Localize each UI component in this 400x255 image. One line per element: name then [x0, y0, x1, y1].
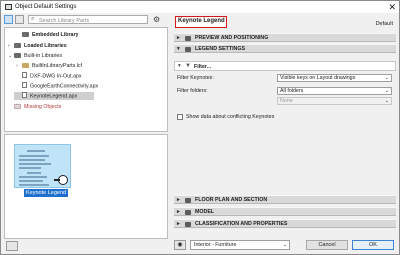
search-placeholder: Search Library Parts: [39, 17, 90, 24]
section-label: FLOOR PLAN AND SECTION: [195, 197, 268, 203]
filter-folders-value: All folders: [280, 88, 304, 94]
filter-bar[interactable]: ▾ ▼ Filter...: [174, 61, 396, 71]
expand-arrow-icon: ▸: [177, 35, 180, 41]
library-tree: Embedded Library › Loaded Libraries ⌄ Built-…: [4, 27, 168, 132]
ok-button[interactable]: OK: [352, 240, 394, 250]
object-default-settings-dialog: Object Default Settings ✕ ⌕ Search Libra…: [0, 0, 400, 255]
thumbnail-caption: Keynote Legend: [24, 189, 69, 197]
folder-icon: [14, 42, 21, 48]
tree-item-label: Embedded Library: [32, 32, 79, 38]
layer-select[interactable]: Interior - Furniture ⌄: [190, 240, 290, 250]
tree-item[interactable]: › BuiltInLibraryParts.lcf: [16, 62, 82, 70]
folder-view-button[interactable]: [4, 15, 13, 24]
missing-folder-icon: [14, 103, 21, 109]
tree-item-label: BuiltInLibraryParts.lcf: [32, 63, 83, 69]
filter-icon: ▼: [185, 63, 191, 69]
section-icon: [185, 46, 191, 52]
filter-subfolder-select: None ⌄: [277, 97, 392, 105]
library-toolbar: ⌕ Search Library Parts ⚙: [4, 15, 168, 26]
section-label: MODEL: [195, 209, 215, 215]
collapse-arrow-icon: ▾: [178, 63, 181, 69]
collapse-arrow-icon: ▾: [177, 46, 180, 52]
filter-label: Filter...: [194, 64, 212, 70]
library-manager-button[interactable]: [6, 241, 18, 251]
section-classification-and-properties[interactable]: ▸ CLASSIFICATION AND PROPERTIES: [174, 219, 396, 228]
section-label: PREVIEW AND POSITIONING: [195, 35, 269, 41]
tree-item-label: Built-in Libraries: [24, 53, 62, 59]
tree-item-label: Missing Objects: [24, 104, 62, 110]
library-part-preview-panel: Keynote Legend: [4, 134, 168, 239]
library-container-icon: [22, 62, 29, 68]
search-icon: ⌕: [31, 16, 35, 22]
tree-item[interactable]: GoogleEarthConnectivity.apx: [16, 82, 98, 90]
filter-keynotes-value: Visible keys on Layout drawings: [280, 75, 356, 81]
library-search-input[interactable]: ⌕ Search Library Parts: [28, 15, 148, 24]
chevron-down-icon: ⌄: [282, 242, 287, 248]
section-label: LEGEND SETTINGS: [195, 46, 246, 52]
section-icon: [185, 35, 191, 41]
app-icon: [5, 4, 12, 10]
filter-keynotes-select[interactable]: Visible keys on Layout drawings ⌄: [277, 74, 392, 82]
chevron-down-icon: ⌄: [384, 98, 389, 104]
library-browser-pane: ⌕ Search Library Parts ⚙ Embedded Librar…: [4, 15, 168, 253]
chevron-down-icon: ⌄: [384, 88, 389, 94]
close-icon[interactable]: ✕: [388, 2, 396, 12]
tree-item-label: DXF-DWG In-Out.apx: [30, 73, 82, 80]
section-model[interactable]: ▸ MODEL: [174, 207, 396, 216]
default-label: Default: [375, 21, 393, 27]
favorites-eye-icon[interactable]: ◉: [174, 240, 186, 250]
expand-arrow-icon: ▸: [177, 197, 180, 203]
section-preview-and-positioning[interactable]: ▸ PREVIEW AND POSITIONING: [174, 33, 396, 42]
section-icon: [185, 197, 191, 203]
section-icon: [185, 221, 191, 227]
conflict-checkbox-label: Show data about conflicting Keynotes: [186, 114, 275, 120]
tree-item[interactable]: ⌄ Built-in Libraries: [8, 52, 62, 60]
chevron-down-icon: ⌄: [384, 75, 389, 81]
conflict-checkbox[interactable]: [177, 114, 183, 120]
folder-icon: [14, 52, 21, 58]
settings-pane: Keynote Legend Default ▸ PREVIEW AND POS…: [174, 15, 396, 253]
file-icon: [22, 82, 27, 88]
gear-icon[interactable]: ⚙: [153, 15, 164, 24]
filter-subfolder-value: None: [280, 98, 293, 104]
folder-icon: [22, 31, 29, 37]
layer-value: Interior - Furniture: [194, 242, 237, 248]
filter-folders-select[interactable]: All folders ⌄: [277, 87, 392, 95]
filter-folders-label: Filter folders:: [177, 88, 208, 94]
expand-arrow-icon: ▸: [177, 221, 180, 227]
title-bar: Object Default Settings ✕: [1, 1, 399, 13]
window-title: Object Default Settings: [15, 4, 77, 10]
tree-item-label: KeynoteLegend.apx: [30, 93, 78, 100]
tree-item[interactable]: Missing Objects: [8, 103, 61, 111]
cancel-button[interactable]: Cancel: [306, 240, 348, 250]
list-view-button[interactable]: [15, 15, 24, 24]
section-icon: [185, 209, 191, 215]
keynote-legend-thumbnail[interactable]: [14, 144, 71, 188]
zoom-icon[interactable]: [54, 175, 68, 185]
tree-item-label: GoogleEarthConnectivity.apx: [30, 83, 99, 90]
file-icon: [22, 92, 27, 98]
tree-item[interactable]: Embedded Library: [16, 31, 79, 39]
expand-arrow-icon: ▸: [177, 209, 180, 215]
file-icon: [22, 72, 27, 78]
tree-item[interactable]: › Loaded Libraries: [8, 42, 67, 50]
section-floor-plan-and-section[interactable]: ▸ FLOOR PLAN AND SECTION: [174, 195, 396, 204]
tree-item-label: Loaded Libraries: [24, 43, 67, 49]
tree-item[interactable]: DXF-DWG In-Out.apx: [16, 72, 82, 80]
object-name-field[interactable]: Keynote Legend: [175, 16, 227, 28]
tree-item[interactable]: KeynoteLegend.apx: [14, 92, 94, 100]
section-label: CLASSIFICATION AND PROPERTIES: [195, 221, 288, 227]
section-legend-settings[interactable]: ▾ LEGEND SETTINGS: [174, 44, 396, 53]
dialog-footer: ◉ Interior - Furniture ⌄ Cancel OK: [174, 237, 396, 253]
filter-keynotes-label: Filter Keynotes:: [177, 75, 214, 81]
